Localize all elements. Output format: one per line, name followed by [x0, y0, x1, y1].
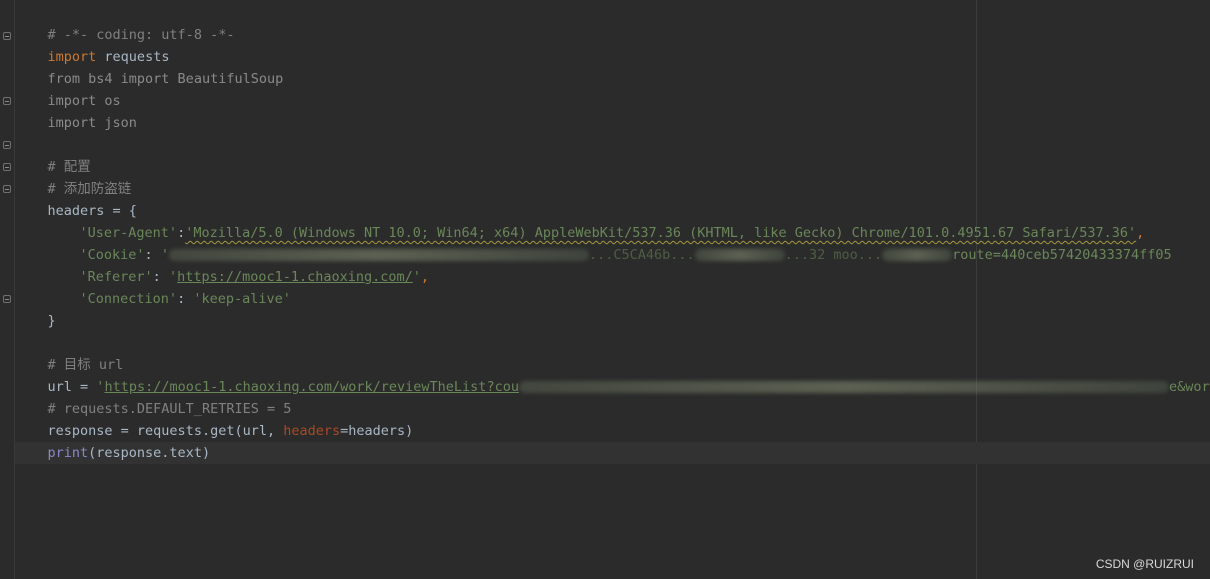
code-line-1[interactable]: # -*- coding: utf-8 -*- — [15, 2, 235, 43]
comma: , — [420, 269, 430, 285]
fold-marker-icon[interactable] — [3, 295, 11, 303]
code-line-16[interactable]: # 目标 url — [15, 332, 124, 373]
redacted-cookie — [882, 249, 953, 261]
unused-import: import json — [47, 115, 137, 131]
print-builtin: print — [47, 445, 89, 461]
cookie-route: route=440ceb57420433374ff05 — [952, 247, 1172, 263]
fold-marker-icon[interactable] — [3, 32, 11, 40]
url-tail: e&workSys — [1168, 379, 1210, 395]
redacted-cookie — [694, 249, 785, 261]
keyword-argument: headers — [283, 423, 341, 439]
code-line-12[interactable]: 'Referer': 'https://mooc1-1.chaoxing.com… — [47, 244, 430, 285]
code-line-18[interactable]: # requests.DEFAULT_RETRIES = 5 — [15, 376, 292, 417]
code-line-3[interactable]: from bs4 import BeautifulSoup — [15, 46, 284, 87]
code-line-5[interactable]: import json — [15, 90, 137, 131]
code-line-17[interactable]: url = 'https://mooc1-1.chaoxing.com/work… — [15, 354, 1210, 395]
string-quote: ' — [412, 269, 421, 285]
dict-key: 'Connection' — [79, 291, 178, 307]
cookie-fragment: ...32 moo... — [784, 247, 883, 263]
code-line-7[interactable]: # 配置 — [15, 134, 91, 175]
code-line-14[interactable]: } — [15, 288, 56, 329]
code-line-9[interactable]: headers = { — [15, 178, 137, 219]
code-line-13[interactable]: 'Connection': 'keep-alive' — [47, 266, 291, 307]
code-line-2[interactable]: import requests — [15, 24, 170, 65]
fold-marker-icon[interactable] — [3, 185, 11, 193]
code-line-10[interactable]: 'User-Agent':'Mozilla/5.0 (Windows NT 10… — [47, 200, 1145, 241]
argument-value: =headers) — [340, 423, 414, 439]
code-line-20[interactable]: print(response.text) — [15, 420, 211, 461]
fold-marker-icon[interactable] — [3, 97, 11, 105]
cookie-fragment: ...C5CA46b... — [588, 247, 695, 263]
colon: : — [177, 291, 194, 307]
fold-marker-icon[interactable] — [3, 163, 11, 171]
code-line-11[interactable]: 'Cookie': ' ...C5CA46b... ...32 moo... rout… — [47, 222, 1172, 263]
code-line-19[interactable]: response = requests.get(url, headers=hea… — [15, 398, 414, 439]
code-line-8[interactable]: # 添加防盗链 — [15, 156, 132, 197]
fold-marker-icon[interactable] — [3, 141, 11, 149]
watermark: CSDN @RUIZRUI — [1095, 557, 1194, 571]
closing-brace: } — [47, 313, 56, 329]
code-line-4[interactable]: import os — [15, 68, 121, 109]
right-margin-guide — [976, 0, 977, 579]
code-editor[interactable]: # -*- coding: utf-8 -*- import requests … — [0, 0, 1210, 579]
print-arguments: (response.text) — [88, 445, 211, 461]
editor-gutter — [0, 0, 15, 579]
redacted-url — [518, 381, 1169, 393]
connection-value: 'keep-alive' — [193, 291, 291, 307]
